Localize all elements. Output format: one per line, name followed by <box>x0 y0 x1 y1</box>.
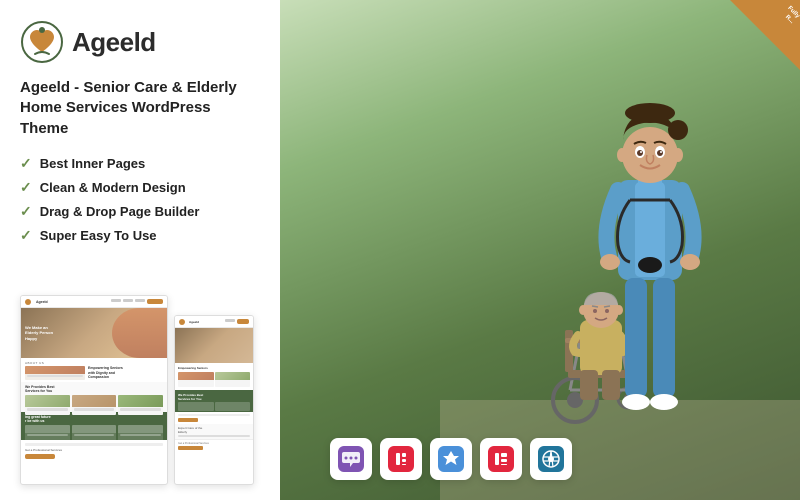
mini-cta-bar <box>25 443 163 446</box>
plugin-icons-row <box>330 438 572 480</box>
badge-text: FullyR... <box>780 5 800 26</box>
mini-header: Ageeld <box>21 296 167 308</box>
feature-label-3: Drag & Drop Page Builder <box>40 204 200 219</box>
secondary-screenshot: Ageeld Empowering Seniors We Provides B <box>174 315 254 485</box>
mini-card-1 <box>25 395 70 415</box>
check-icon-2: ✓ <box>20 179 32 196</box>
left-panel: Ageeld Ageeld - Senior Care & Elderly Ho… <box>0 0 280 500</box>
check-icon-4: ✓ <box>20 227 32 244</box>
mini-green-card-1 <box>25 425 70 441</box>
mini-logo-2 <box>179 319 185 325</box>
feature-item-1: ✓ Best Inner Pages <box>20 155 260 172</box>
main-container: Ageeld Ageeld - Senior Care & Elderly Ho… <box>0 0 800 500</box>
main-screenshot: Ageeld We Make anElderly PersonHappy AB <box>20 295 168 485</box>
feature-label-4: Super Easy To Use <box>40 228 157 243</box>
mini-nav-btn-2 <box>237 319 249 324</box>
mini-nav-1 <box>111 299 121 302</box>
mini-nav-3 <box>135 299 145 302</box>
mini-nav <box>111 299 163 304</box>
mini-green-title: ing great futurer be with us <box>25 415 163 423</box>
mini-nav-2 <box>123 299 133 302</box>
feature-item-3: ✓ Drag & Drop Page Builder <box>20 203 260 220</box>
mini-green-card-2 <box>72 425 117 441</box>
mini-cta-btn <box>25 454 55 459</box>
mini-green-section: ing great futurer be with us <box>21 412 167 440</box>
mini-nav-2 <box>225 319 249 324</box>
mini-hero-text: We Make anElderly PersonHappy <box>25 325 53 342</box>
mini-card-3 <box>118 395 163 415</box>
mini-nav-btn <box>147 299 163 304</box>
mini-nav-dot-1 <box>225 319 235 322</box>
mini-cta-section: Get a Professional Services <box>21 440 167 460</box>
feature-item-2: ✓ Clean & Modern Design <box>20 179 260 196</box>
people-illustration <box>440 20 800 500</box>
feature-item-4: ✓ Super Easy To Use <box>20 227 260 244</box>
mini-hero: We Make anElderly PersonHappy <box>21 308 167 358</box>
woocommerce-icon <box>330 438 372 480</box>
mini-about-section: ABOUT US Empowering Seniorswith Dignity … <box>21 358 167 382</box>
feature-label-1: Best Inner Pages <box>40 156 146 171</box>
right-panel: FullyR... <box>280 0 800 500</box>
mini-card-2 <box>72 395 117 415</box>
product-title: Ageeld - Senior Care & Elderly Home Serv… <box>20 78 260 139</box>
mini-green-cards <box>25 425 163 441</box>
elementor2-icon <box>480 438 522 480</box>
mini-services-section: We Provides BestServices for You <box>21 382 167 412</box>
mini-hero-image <box>112 308 167 358</box>
screenshots-area: Ageeld We Make anElderly PersonHappy AB <box>20 267 260 485</box>
logo-text: Ageeld <box>72 27 156 58</box>
wordpress-icon <box>530 438 572 480</box>
logo-icon <box>20 20 64 64</box>
page-builder-icon <box>430 438 472 480</box>
feature-label-2: Clean & Modern Design <box>40 180 186 195</box>
mini-logo <box>25 299 31 305</box>
elementor-icon <box>380 438 422 480</box>
check-icon-1: ✓ <box>20 155 32 172</box>
mini-service-cards <box>25 395 163 415</box>
logo-area: Ageeld <box>20 20 260 64</box>
mini-header-2: Ageeld <box>175 316 253 328</box>
mini-green-card-3 <box>118 425 163 441</box>
features-list: ✓ Best Inner Pages ✓ Clean & Modern Desi… <box>20 155 260 251</box>
check-icon-3: ✓ <box>20 203 32 220</box>
